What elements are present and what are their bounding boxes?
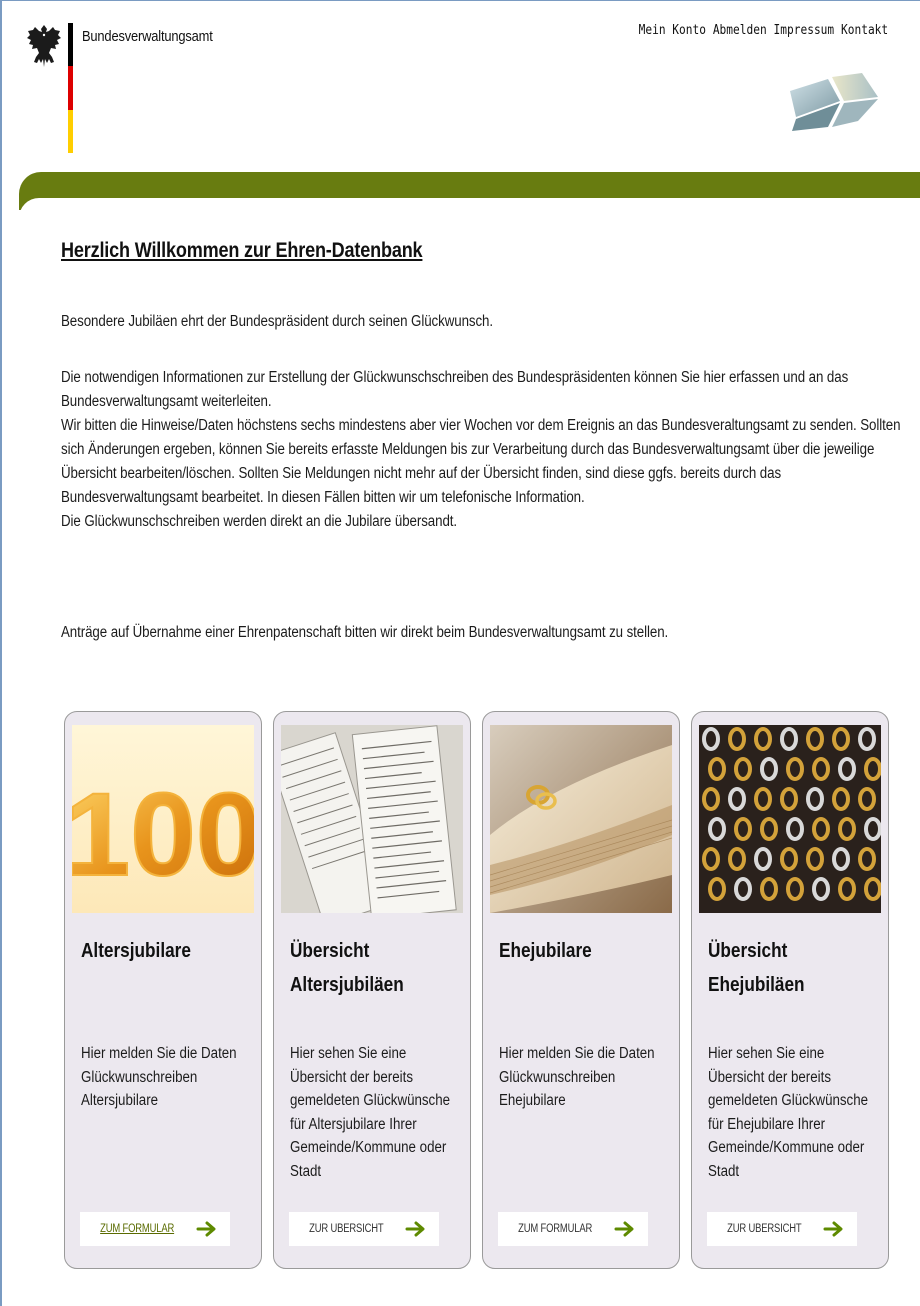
arrow-right-icon [196,1221,216,1237]
card-description: Hier sehen Sie eine Übersicht der bereit… [290,1045,451,1180]
zum-formular-button[interactable]: ZUM FORMULAR [498,1212,648,1246]
card-ehejubilare: Ehejubilare Hier melden Sie die Daten Gl… [482,711,680,1269]
arrow-right-icon [823,1221,843,1237]
nav-link-account[interactable]: Mein Konto [638,23,705,38]
top-navigation: Mein Konto Abmelden Impressum Kontakt [638,23,888,38]
card-uebersicht-ehejubilaeen: Übersicht Ehejubiläen Hier sehen Sie ein… [691,711,889,1269]
ehrenpatenschaft-paragraph: Anträge auf Übernahme einer Ehrenpatensc… [61,624,669,641]
zum-formular-button[interactable]: ZUM FORMULAR [80,1212,230,1246]
button-label: ZUR ÜBERSICHT [308,1223,384,1235]
card-description: Hier melden Sie die Daten Glückwunschrei… [499,1045,655,1109]
card-title: Übersicht Ehejubiläen [708,940,805,996]
button-label: ZUM FORMULAR [99,1223,175,1235]
page-header: Bundesverwaltungsamt Mein Konto Abmelden… [2,1,920,171]
card-uebersicht-altersjubilaeen: Übersicht Altersjubiläen Hier sehen Sie … [273,711,471,1269]
agency-name: Bundesverwaltungsamt [82,28,213,45]
card-description: Hier melden Sie die Daten Glückwunschrei… [81,1045,237,1109]
card-image-rings-display [699,725,881,913]
card-image-documents [281,725,463,913]
page-title: Herzlich Willkommen zur Ehren-Datenbank [61,239,423,262]
zur-uebersicht-button[interactable]: ZUR ÜBERSICHT [707,1212,857,1246]
intro-paragraph: Besondere Jubiläen ehrt der Bundespräsid… [61,313,494,330]
federal-eagle-icon [27,25,61,67]
zur-uebersicht-button[interactable]: ZUR ÜBERSICHT [289,1212,439,1246]
arrow-right-icon [614,1221,634,1237]
nav-link-contact[interactable]: Kontakt [841,23,888,38]
nav-link-logout[interactable]: Abmelden [713,23,767,38]
main-content: Herzlich Willkommen zur Ehren-Datenbank [61,239,911,263]
german-flag-bar [68,23,73,153]
card-altersjubilare: 100 Altersjubilare Hier melden Sie die D… [64,711,262,1269]
hundred-image-text: 100 [72,769,254,901]
card-image-book-rings [490,725,672,913]
card-image-hundred: 100 [72,725,254,913]
card-title: Ehejubilare [499,940,592,962]
arrow-right-icon [405,1221,425,1237]
card-title: Übersicht Altersjubiläen [290,940,404,996]
card-title: Altersjubilare [81,940,191,962]
card-description: Hier sehen Sie eine Übersicht der bereit… [708,1045,869,1180]
header-logo-graphic [790,73,878,131]
nav-link-imprint[interactable]: Impressum [773,23,834,38]
button-label: ZUM FORMULAR [517,1223,593,1235]
button-label: ZUR ÜBERSICHT [726,1223,802,1235]
info-paragraph: Die notwendigen Informationen zur Erstel… [61,369,901,530]
